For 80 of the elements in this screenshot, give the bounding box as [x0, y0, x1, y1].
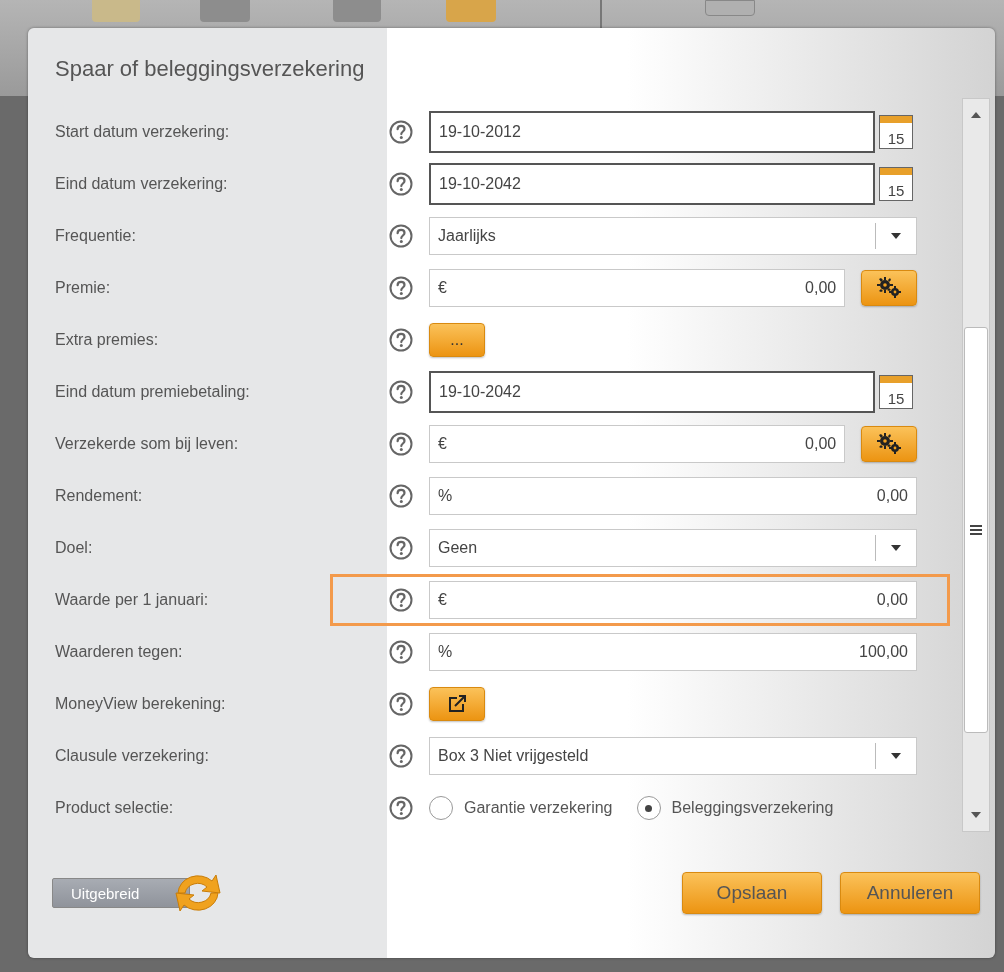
help-icon[interactable]: [389, 484, 413, 508]
amount-field[interactable]: € 0,00: [429, 425, 846, 463]
field-label: Premie:: [55, 279, 112, 297]
save-button[interactable]: Opslaan: [682, 872, 822, 914]
field-label: Clausule verzekering:: [55, 747, 210, 765]
field-label: Verzekerde som bij leven:: [55, 435, 240, 453]
help-icon[interactable]: [389, 640, 413, 664]
radio-button[interactable]: [429, 796, 453, 820]
radio-label[interactable]: Garantie verzekering: [464, 799, 613, 817]
radio-label[interactable]: Beleggingsverzekering: [671, 799, 834, 817]
help-icon[interactable]: [389, 536, 413, 560]
external-link-icon: [446, 694, 468, 714]
calculate-button[interactable]: [861, 270, 917, 306]
open-external-button[interactable]: [429, 687, 485, 721]
dropdown-field[interactable]: Box 3 Niet vrijgesteld: [429, 737, 917, 775]
help-icon[interactable]: [389, 796, 413, 820]
dialog-title: Spaar of beleggingsverzekering: [54, 55, 366, 83]
calendar-icon[interactable]: 15: [879, 115, 913, 149]
date-field[interactable]: 19-10-2042: [429, 163, 875, 205]
dropdown-value: Geen: [438, 539, 479, 557]
unit-label: %: [438, 487, 453, 505]
field-label: Extra premies:: [55, 331, 160, 349]
help-icon[interactable]: [389, 224, 413, 248]
date-value: 19-10-2012: [439, 123, 521, 141]
cancel-button[interactable]: Annuleren: [840, 872, 980, 914]
field-label: Eind datum verzekering:: [55, 175, 229, 193]
dropdown-arrow-icon[interactable]: [890, 752, 902, 760]
calendar-icon[interactable]: 15: [879, 167, 913, 201]
help-icon[interactable]: [389, 380, 413, 404]
scroll-down-icon[interactable]: [970, 811, 982, 819]
gears-icon: [876, 433, 903, 455]
scroll-thumb[interactable]: [964, 327, 988, 733]
dropdown-field[interactable]: Jaarlijks: [429, 217, 917, 255]
scrollbar[interactable]: [962, 98, 990, 832]
help-icon[interactable]: [389, 692, 413, 716]
scroll-up-icon[interactable]: [970, 111, 982, 119]
help-icon[interactable]: [389, 172, 413, 196]
dropdown-value: Box 3 Niet vrijgesteld: [438, 747, 590, 765]
unit-label: €: [438, 279, 447, 297]
amount-field[interactable]: € 0,00: [429, 269, 846, 307]
amount-field[interactable]: € 0,00: [429, 581, 917, 619]
help-icon[interactable]: [389, 328, 413, 352]
date-value: 19-10-2042: [439, 383, 521, 401]
field-label: Rendement:: [55, 487, 144, 505]
amount-value: 100,00: [859, 643, 908, 661]
field-label: MoneyView berekening:: [55, 695, 227, 713]
field-label: Frequentie:: [55, 227, 137, 245]
unit-label: €: [438, 591, 447, 609]
dropdown-arrow-icon[interactable]: [890, 232, 902, 240]
calculate-button[interactable]: [861, 426, 917, 462]
dropdown-field[interactable]: Geen: [429, 529, 917, 567]
dropdown-arrow-icon[interactable]: [890, 544, 902, 552]
field-label: Eind datum premiebetaling:: [55, 383, 251, 401]
date-value: 19-10-2042: [439, 175, 521, 193]
amount-value: 0,00: [805, 279, 837, 297]
help-icon[interactable]: [389, 588, 413, 612]
date-field[interactable]: 19-10-2012: [429, 111, 875, 153]
help-icon[interactable]: [389, 120, 413, 144]
amount-value: 0,00: [876, 591, 908, 609]
unit-label: €: [438, 435, 447, 453]
help-icon[interactable]: [389, 744, 413, 768]
amount-value: 0,00: [876, 487, 908, 505]
field-label: Waarde per 1 januari:: [55, 591, 210, 609]
gears-icon: [876, 277, 903, 299]
field-label: Product selectie:: [55, 799, 175, 817]
help-icon[interactable]: [389, 432, 413, 456]
radio-button[interactable]: [636, 796, 661, 820]
amount-field[interactable]: % 0,00: [429, 477, 917, 515]
dropdown-value: Jaarlijks: [438, 227, 497, 245]
amount-field[interactable]: % 100,00: [429, 633, 917, 671]
help-icon[interactable]: [389, 276, 413, 300]
field-label: Waarderen tegen:: [55, 643, 184, 661]
grip-icon: [970, 524, 982, 536]
more-button[interactable]: ...: [429, 323, 485, 357]
field-label: Start datum verzekering:: [55, 123, 231, 141]
date-field[interactable]: 19-10-2042: [429, 371, 875, 413]
calendar-icon[interactable]: 15: [879, 375, 913, 409]
unit-label: %: [438, 643, 453, 661]
field-label: Doel:: [55, 539, 94, 557]
amount-value: 0,00: [805, 435, 837, 453]
